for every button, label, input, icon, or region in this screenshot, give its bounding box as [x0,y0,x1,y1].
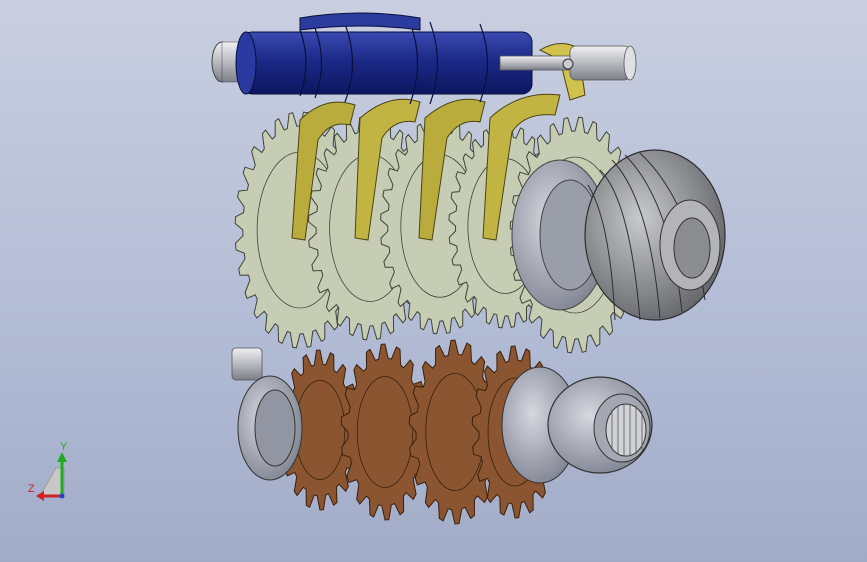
x-axis-arrowhead [36,491,44,501]
coordinate-triad: Y Z [28,441,68,501]
graphics-viewport[interactable]: Y Z [0,0,867,562]
z-axis-origin [59,493,65,499]
y-axis-label: Y [60,441,68,453]
output-spline-hub[interactable] [501,366,653,484]
left-bearing-hub[interactable] [231,347,303,481]
gearbox-assembly-model[interactable] [0,0,867,562]
bevel-pinion-gear[interactable] [511,149,726,321]
z-axis-label: Z [28,483,35,495]
y-axis-arrowhead [57,452,67,462]
